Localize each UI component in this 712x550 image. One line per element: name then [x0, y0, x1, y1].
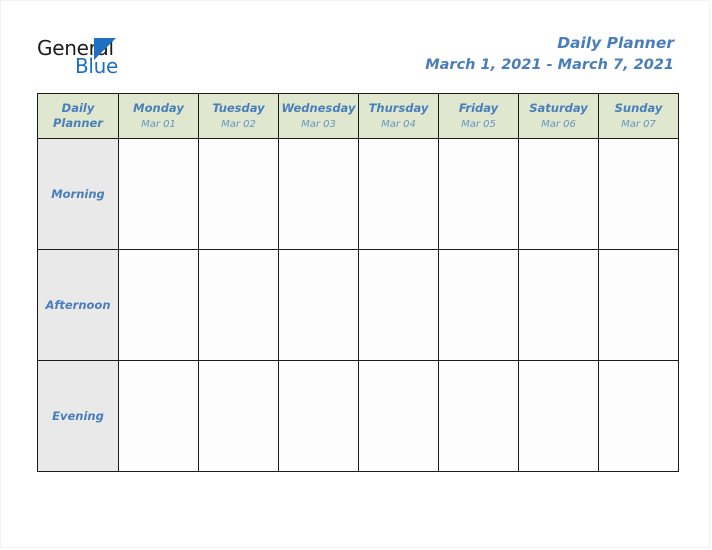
slot-label-evening: Evening — [37, 360, 119, 472]
day-date-label: Mar 03 — [301, 118, 336, 130]
table-row: Evening — [37, 360, 679, 472]
day-name-label: Wednesday — [281, 100, 356, 115]
date-range: March 1, 2021 - March 7, 2021 — [425, 57, 674, 73]
table-header-row: Daily Planner Monday Mar 01 Tuesday Mar … — [37, 93, 679, 139]
slot-label-text: Evening — [52, 408, 104, 423]
day-date-label: Mar 06 — [541, 118, 576, 130]
planner-cell-evening-friday[interactable] — [438, 360, 519, 472]
planner-table: Daily Planner Monday Mar 01 Tuesday Mar … — [37, 93, 679, 472]
day-header-monday: Monday Mar 01 — [118, 93, 199, 139]
planner-cell-morning-saturday[interactable] — [518, 138, 599, 250]
day-date-label: Mar 01 — [141, 118, 176, 130]
planner-table-wrapper: Daily Planner Monday Mar 01 Tuesday Mar … — [37, 93, 679, 472]
day-name-label: Friday — [458, 100, 499, 115]
planner-cell-evening-saturday[interactable] — [518, 360, 599, 472]
day-date-label: Mar 02 — [221, 118, 256, 130]
day-header-sunday: Sunday Mar 07 — [598, 93, 679, 139]
slot-label-text: Afternoon — [45, 297, 111, 312]
planner-page: General Blue Daily Planner March 1, 2021… — [0, 0, 710, 548]
corner-label-line1: Daily — [61, 101, 95, 115]
day-name-label: Thursday — [368, 100, 429, 115]
planner-cell-morning-monday[interactable] — [118, 138, 199, 250]
title-block: Daily Planner March 1, 2021 - March 7, 2… — [425, 33, 674, 76]
logo-secondary-text: Blue — [75, 54, 119, 78]
slot-label-afternoon: Afternoon — [37, 249, 119, 361]
planner-cell-afternoon-friday[interactable] — [438, 249, 519, 361]
planner-cell-morning-wednesday[interactable] — [278, 138, 359, 250]
planner-cell-evening-thursday[interactable] — [358, 360, 439, 472]
planner-cell-afternoon-saturday[interactable] — [518, 249, 599, 361]
planner-cell-afternoon-monday[interactable] — [118, 249, 199, 361]
corner-header-cell: Daily Planner — [37, 93, 119, 139]
day-header-tuesday: Tuesday Mar 02 — [198, 93, 279, 139]
day-name-label: Saturday — [529, 100, 588, 115]
day-date-label: Mar 07 — [621, 118, 656, 130]
table-row: Morning — [37, 138, 679, 250]
planner-cell-morning-tuesday[interactable] — [198, 138, 279, 250]
day-header-friday: Friday Mar 05 — [438, 93, 519, 139]
corner-label-line2: Planner — [53, 116, 103, 130]
day-header-saturday: Saturday Mar 06 — [518, 93, 599, 139]
planner-cell-evening-monday[interactable] — [118, 360, 199, 472]
day-date-label: Mar 04 — [381, 118, 416, 130]
planner-cell-afternoon-wednesday[interactable] — [278, 249, 359, 361]
planner-cell-afternoon-thursday[interactable] — [358, 249, 439, 361]
planner-cell-morning-sunday[interactable] — [598, 138, 679, 250]
planner-cell-afternoon-sunday[interactable] — [598, 249, 679, 361]
day-name-label: Tuesday — [212, 100, 265, 115]
day-date-label: Mar 05 — [461, 118, 496, 130]
day-name-label: Sunday — [614, 100, 663, 115]
planner-cell-morning-thursday[interactable] — [358, 138, 439, 250]
day-header-wednesday: Wednesday Mar 03 — [278, 93, 359, 139]
planner-cell-afternoon-tuesday[interactable] — [198, 249, 279, 361]
slot-label-text: Morning — [51, 186, 105, 201]
planner-cell-morning-friday[interactable] — [438, 138, 519, 250]
page-header: General Blue Daily Planner March 1, 2021… — [1, 1, 709, 89]
general-blue-logo: General Blue — [37, 37, 137, 83]
planner-cell-evening-wednesday[interactable] — [278, 360, 359, 472]
planner-cell-evening-sunday[interactable] — [598, 360, 679, 472]
table-row: Afternoon — [37, 249, 679, 361]
day-header-thursday: Thursday Mar 04 — [358, 93, 439, 139]
page-title: Daily Planner — [557, 34, 674, 52]
slot-label-morning: Morning — [37, 138, 119, 250]
planner-cell-evening-tuesday[interactable] — [198, 360, 279, 472]
day-name-label: Monday — [133, 100, 184, 115]
